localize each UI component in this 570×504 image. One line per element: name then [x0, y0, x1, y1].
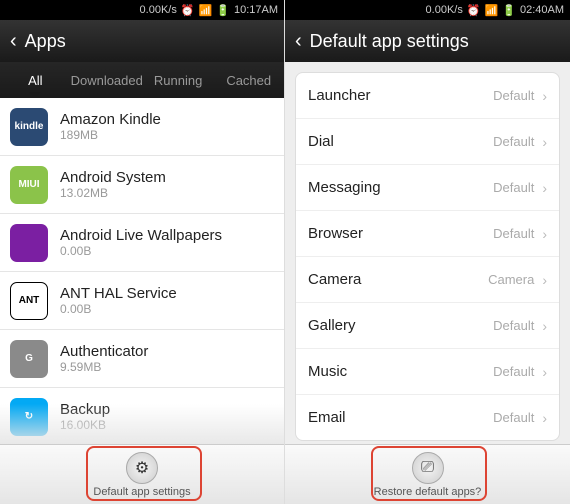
- app-icon: MIUI: [10, 166, 48, 204]
- setting-name: Music: [308, 363, 493, 380]
- chevron-right-icon: ›: [542, 226, 547, 242]
- setting-name: Email: [308, 409, 493, 426]
- chevron-right-icon: ›: [542, 318, 547, 334]
- app-info: ANT HAL Service0.00B: [60, 285, 274, 316]
- back-icon[interactable]: ‹: [295, 30, 310, 53]
- setting-name: Dial: [308, 133, 493, 150]
- setting-value: Default: [493, 318, 534, 333]
- footer: ⎚ Restore default apps?: [285, 444, 570, 504]
- chevron-right-icon: ›: [542, 272, 547, 288]
- app-item[interactable]: kindle Amazon Kindle189MB: [0, 98, 284, 156]
- tab-all[interactable]: All: [0, 62, 71, 98]
- setting-name: Camera: [308, 271, 488, 288]
- setting-value: Default: [493, 364, 534, 379]
- settings-card: LauncherDefault›DialDefault›MessagingDef…: [295, 72, 560, 441]
- status-bar: 0.00K/s ⏰ 📶 🔋 10:17AM: [0, 0, 284, 20]
- app-info: Amazon Kindle189MB: [60, 111, 274, 142]
- app-icon: kindle: [10, 108, 48, 146]
- footer-label: Default app settings: [93, 486, 190, 498]
- app-name: Authenticator: [60, 343, 274, 360]
- alarm-icon: ⏰: [181, 4, 195, 17]
- status-bar: 0.00K/s ⏰ 📶 🔋 02:40AM: [285, 0, 570, 20]
- setting-item[interactable]: BrowserDefault ›: [296, 211, 559, 257]
- setting-value: Default: [493, 180, 534, 195]
- setting-value: Default: [493, 410, 534, 425]
- app-name: Amazon Kindle: [60, 111, 274, 128]
- app-name: Android Live Wallpapers: [60, 227, 274, 244]
- app-info: Backup16.00KB: [60, 401, 274, 432]
- clock: 02:40AM: [520, 4, 564, 16]
- setting-name: Messaging: [308, 179, 493, 196]
- setting-value: Camera: [488, 272, 534, 287]
- net-speed: 0.00K/s: [140, 4, 177, 16]
- restore-defaults-button[interactable]: ⎚: [412, 452, 444, 484]
- chevron-right-icon: ›: [542, 88, 547, 104]
- chevron-right-icon: ›: [542, 134, 547, 150]
- app-icon: ↻: [10, 398, 48, 436]
- app-size: 0.00B: [60, 302, 274, 316]
- setting-name: Launcher: [308, 87, 493, 104]
- app-size: 9.59MB: [60, 360, 274, 374]
- settings-wrap: LauncherDefault›DialDefault›MessagingDef…: [285, 62, 570, 444]
- screen-apps: 0.00K/s ⏰ 📶 🔋 10:17AM ‹ Apps All Downloa…: [0, 0, 285, 504]
- tab-running[interactable]: Running: [143, 62, 214, 98]
- app-size: 0.00B: [60, 244, 274, 258]
- chevron-right-icon: ›: [542, 364, 547, 380]
- setting-value: Default: [493, 134, 534, 149]
- setting-item[interactable]: MusicDefault ›: [296, 349, 559, 395]
- header: ‹ Default app settings: [285, 20, 570, 62]
- app-icon: G: [10, 340, 48, 378]
- app-list[interactable]: kindle Amazon Kindle189MB MIUI Android Syst…: [0, 98, 284, 444]
- setting-item[interactable]: LauncherDefault ›: [296, 73, 559, 119]
- app-name: Backup: [60, 401, 274, 418]
- app-item[interactable]: Android Live Wallpapers0.00B: [0, 214, 284, 272]
- app-item[interactable]: G Authenticator9.59MB: [0, 330, 284, 388]
- app-size: 16.00KB: [60, 418, 274, 432]
- back-icon[interactable]: ‹: [10, 30, 25, 53]
- battery-icon: 🔋: [216, 4, 230, 17]
- tabs: All Downloaded Running Cached: [0, 62, 284, 98]
- footer-label: Restore default apps?: [374, 486, 482, 498]
- gear-icon: ⚙: [135, 458, 149, 478]
- app-item[interactable]: ANT ANT HAL Service0.00B: [0, 272, 284, 330]
- restore-icon: ⎚: [421, 459, 434, 477]
- signal-icon: 📶: [199, 4, 213, 17]
- signal-icon: 📶: [485, 4, 499, 17]
- setting-name: Browser: [308, 225, 493, 242]
- setting-item[interactable]: CameraCamera ›: [296, 257, 559, 303]
- setting-item[interactable]: GalleryDefault ›: [296, 303, 559, 349]
- clock: 10:17AM: [234, 4, 278, 16]
- alarm-icon: ⏰: [467, 4, 481, 17]
- battery-icon: 🔋: [502, 4, 516, 17]
- page-title: Default app settings: [310, 31, 469, 52]
- net-speed: 0.00K/s: [426, 4, 463, 16]
- app-size: 189MB: [60, 128, 274, 142]
- setting-value: Default: [493, 226, 534, 241]
- screen-default-apps: 0.00K/s ⏰ 📶 🔋 02:40AM ‹ Default app sett…: [285, 0, 570, 504]
- setting-value: Default: [493, 88, 534, 103]
- app-name: ANT HAL Service: [60, 285, 274, 302]
- app-icon: ANT: [10, 282, 48, 320]
- tab-cached[interactable]: Cached: [213, 62, 284, 98]
- app-info: Android Live Wallpapers0.00B: [60, 227, 274, 258]
- app-info: Authenticator9.59MB: [60, 343, 274, 374]
- app-name: Android System: [60, 169, 274, 186]
- app-item[interactable]: MIUI Android System13.02MB: [0, 156, 284, 214]
- setting-name: Gallery: [308, 317, 493, 334]
- app-size: 13.02MB: [60, 186, 274, 200]
- app-icon: [10, 224, 48, 262]
- app-item[interactable]: ↻ Backup16.00KB: [0, 388, 284, 444]
- header: ‹ Apps: [0, 20, 284, 62]
- tab-downloaded[interactable]: Downloaded: [71, 62, 143, 98]
- setting-item[interactable]: EmailDefault ›: [296, 395, 559, 440]
- default-app-settings-button[interactable]: ⚙: [126, 452, 158, 484]
- setting-item[interactable]: DialDefault ›: [296, 119, 559, 165]
- app-info: Android System13.02MB: [60, 169, 274, 200]
- setting-item[interactable]: MessagingDefault ›: [296, 165, 559, 211]
- footer: ⚙ Default app settings: [0, 444, 284, 504]
- page-title: Apps: [25, 31, 66, 52]
- chevron-right-icon: ›: [542, 410, 547, 426]
- chevron-right-icon: ›: [542, 180, 547, 196]
